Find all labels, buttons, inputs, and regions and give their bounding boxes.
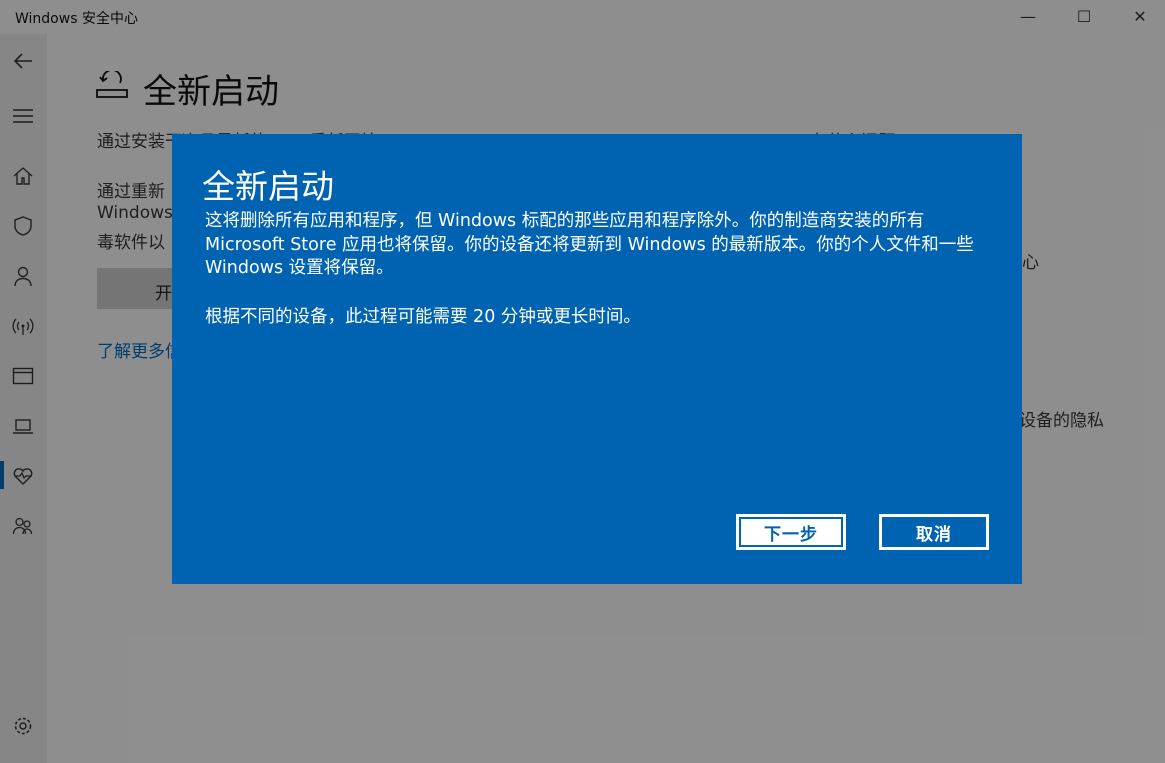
dialog-body: 这将删除所有应用和程序，但 Windows 标配的那些应用和程序除外。你的制造商… [205, 211, 974, 278]
next-button-label: 下一步 [764, 524, 818, 545]
dialog-duration-note: 根据不同的设备，此过程可能需要 20 分钟或更长时间。 [205, 307, 641, 327]
cancel-button[interactable]: 取消 [879, 514, 989, 550]
dialog-title: 全新启动 [202, 167, 334, 206]
fresh-start-dialog: 全新启动 这将删除所有应用和程序，但 Windows 标配的那些应用和程序除外。… [172, 134, 1022, 584]
cancel-button-label: 取消 [916, 524, 952, 545]
next-button[interactable]: 下一步 [736, 514, 846, 550]
